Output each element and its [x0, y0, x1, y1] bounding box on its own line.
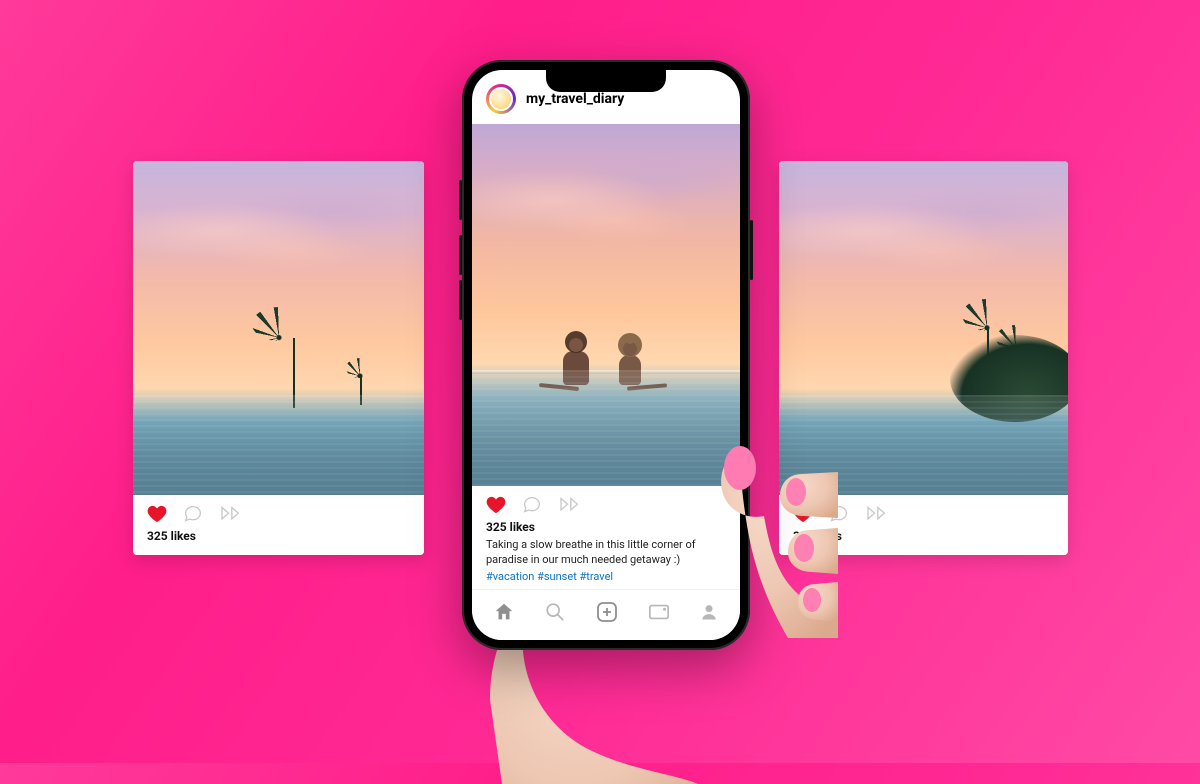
nav-reels-icon[interactable]: [648, 603, 670, 621]
comment-icon[interactable]: [522, 496, 542, 514]
share-icon[interactable]: [558, 496, 582, 514]
username[interactable]: my_travel_diary: [526, 91, 624, 107]
post-hashtags[interactable]: #vacation #sunset #travel: [486, 570, 726, 583]
like-icon[interactable]: [486, 496, 506, 514]
nav-profile-icon[interactable]: [699, 601, 719, 623]
post-footer: 325 likes Taking a slow breathe in this …: [472, 486, 740, 589]
post-caption: Taking a slow breathe in this little cor…: [486, 538, 726, 568]
photo-card-right-image: [779, 161, 1068, 495]
photo-card-left-image: [133, 161, 424, 495]
share-icon[interactable]: [865, 505, 889, 523]
bottom-nav: [472, 589, 740, 640]
post-image[interactable]: [472, 124, 740, 486]
nav-home-icon[interactable]: [493, 601, 515, 623]
like-icon[interactable]: [147, 505, 167, 523]
avatar[interactable]: [486, 84, 516, 114]
share-icon[interactable]: [219, 505, 243, 523]
photo-card-right-footer: 325 likes: [779, 495, 1068, 555]
comment-icon[interactable]: [183, 505, 203, 523]
likes-count: 325 likes: [486, 520, 726, 534]
photo-card-right: 325 likes: [779, 161, 1068, 555]
likes-count: 325 likes: [147, 529, 410, 543]
comment-icon[interactable]: [829, 505, 849, 523]
photo-card-left: 325 likes: [133, 161, 424, 555]
phone-frame: my_travel_diary 325 li: [462, 60, 750, 650]
likes-count: 325 likes: [793, 529, 1054, 543]
nav-add-icon[interactable]: [595, 600, 619, 624]
like-icon[interactable]: [793, 505, 813, 523]
photo-card-left-footer: 325 likes: [133, 495, 424, 555]
nav-search-icon[interactable]: [544, 601, 566, 623]
phone-notch: [546, 70, 666, 92]
phone-screen: my_travel_diary 325 li: [472, 70, 740, 640]
